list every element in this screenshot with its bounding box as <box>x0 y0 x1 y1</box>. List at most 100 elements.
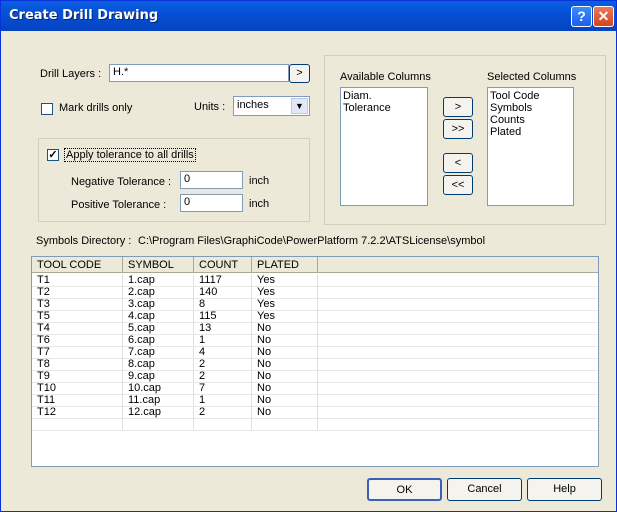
cell-plated <box>252 418 318 430</box>
cell-plated: No <box>252 382 318 394</box>
cell-count: 8 <box>194 298 252 310</box>
mark-drills-checkbox[interactable] <box>41 103 53 115</box>
cell-tool-code: T6 <box>32 334 123 346</box>
table-row[interactable] <box>32 418 598 430</box>
available-columns-list[interactable]: Diam. Tolerance <box>340 87 428 206</box>
positive-tolerance-input[interactable]: 0 <box>180 194 243 212</box>
add-column-button[interactable]: > <box>443 97 473 117</box>
cell-tool-code <box>32 418 123 430</box>
cell-tool-code: T2 <box>32 286 123 298</box>
cell-plated: No <box>252 406 318 418</box>
help-button[interactable]: Help <box>527 478 602 501</box>
cell-plated: Yes <box>252 286 318 298</box>
cell-symbol: 5.cap <box>123 322 194 334</box>
units-value: inches <box>237 99 269 111</box>
table-row[interactable]: T10 10.cap 7 No <box>32 382 598 394</box>
window-title: Create Drill Drawing <box>9 8 159 23</box>
cancel-button[interactable]: Cancel <box>447 478 522 501</box>
cell-plated: Yes <box>252 298 318 310</box>
selected-columns-label: Selected Columns <box>487 71 577 83</box>
cell-count: 1117 <box>194 274 252 286</box>
dialog-window: Create Drill Drawing ? ✕ Drill Layers : … <box>0 0 617 512</box>
list-item[interactable]: Diam. <box>343 90 425 102</box>
column-header-symbol[interactable]: SYMBOL <box>123 257 194 273</box>
cell-tool-code: T7 <box>32 346 123 358</box>
remove-all-columns-button[interactable]: << <box>443 175 473 195</box>
cell-count: 140 <box>194 286 252 298</box>
units-label: Units : <box>194 101 226 113</box>
cell-count: 2 <box>194 406 252 418</box>
cell-plated: No <box>252 322 318 334</box>
list-item[interactable]: Tolerance <box>343 102 425 114</box>
remove-column-button[interactable]: < <box>443 153 473 173</box>
symbols-directory-path: C:\Program Files\GraphiCode\PowerPlatfor… <box>138 235 486 247</box>
cell-count: 2 <box>194 370 252 382</box>
apply-tolerance-checkbox[interactable]: ✓ <box>47 149 59 161</box>
ok-button[interactable]: OK <box>367 478 442 501</box>
negative-tolerance-label: Negative Tolerance : <box>71 176 172 188</box>
table-row[interactable]: T2 2.cap 140 Yes <box>32 286 598 298</box>
cell-tool-code: T8 <box>32 358 123 370</box>
column-header-count[interactable]: COUNT <box>194 257 252 273</box>
cell-count: 4 <box>194 346 252 358</box>
drill-layers-input[interactable]: H.* <box>109 64 289 82</box>
cell-count: 7 <box>194 382 252 394</box>
table-row[interactable]: T4 5.cap 13 No <box>32 322 598 334</box>
cell-symbol: 10.cap <box>123 382 194 394</box>
cell-count <box>194 418 252 430</box>
cell-symbol: 3.cap <box>123 298 194 310</box>
add-all-columns-button[interactable]: >> <box>443 119 473 139</box>
cell-symbol: 12.cap <box>123 406 194 418</box>
table-row[interactable]: T11 11.cap 1 No <box>32 394 598 406</box>
negative-tolerance-input[interactable]: 0 <box>180 171 243 189</box>
list-item[interactable]: Plated <box>490 126 571 138</box>
list-item[interactable]: Tool Code <box>490 90 571 102</box>
help-title-button[interactable]: ? <box>571 6 592 27</box>
negative-tolerance-unit: inch <box>249 175 270 187</box>
table-row[interactable]: T7 7.cap 4 No <box>32 346 598 358</box>
table-row[interactable]: T8 8.cap 2 No <box>32 358 598 370</box>
positive-tolerance-label: Positive Tolerance : <box>71 199 167 211</box>
mark-drills-label: Mark drills only <box>59 102 133 114</box>
close-button[interactable]: ✕ <box>593 6 614 27</box>
title-bar[interactable]: Create Drill Drawing ? ✕ <box>1 1 616 31</box>
cell-symbol: 6.cap <box>123 334 194 346</box>
list-item[interactable]: Symbols <box>490 102 571 114</box>
cell-plated: No <box>252 394 318 406</box>
cell-symbol <box>123 418 194 430</box>
table-row[interactable]: T9 9.cap 2 No <box>32 370 598 382</box>
cell-plated: Yes <box>252 310 318 322</box>
cell-tool-code: T4 <box>32 322 123 334</box>
cell-count: 1 <box>194 334 252 346</box>
table-row[interactable]: T5 4.cap 115 Yes <box>32 310 598 322</box>
symbols-directory-label: Symbols Directory : <box>36 235 132 247</box>
cell-symbol: 4.cap <box>123 310 194 322</box>
table-row[interactable]: T6 6.cap 1 No <box>32 334 598 346</box>
cell-symbol: 8.cap <box>123 358 194 370</box>
selected-columns-list[interactable]: Tool Code Symbols Counts Plated <box>487 87 574 206</box>
drill-layers-browse-button[interactable]: > <box>289 64 310 83</box>
cell-count: 2 <box>194 358 252 370</box>
list-item[interactable]: Counts <box>490 114 571 126</box>
table-row[interactable]: T1 1.cap 1117 Yes <box>32 274 598 286</box>
table-row[interactable]: T3 3.cap 8 Yes <box>32 298 598 310</box>
cell-plated: Yes <box>252 274 318 286</box>
cell-tool-code: T11 <box>32 394 123 406</box>
table-row[interactable]: T12 12.cap 2 No <box>32 406 598 418</box>
chevron-down-icon[interactable]: ▼ <box>291 98 308 114</box>
drill-layers-label: Drill Layers : <box>40 68 102 80</box>
cell-symbol: 11.cap <box>123 394 194 406</box>
cell-plated: No <box>252 334 318 346</box>
column-header-plated[interactable]: PLATED <box>252 257 318 273</box>
cell-symbol: 7.cap <box>123 346 194 358</box>
cell-plated: No <box>252 370 318 382</box>
cell-symbol: 1.cap <box>123 274 194 286</box>
cell-tool-code: T10 <box>32 382 123 394</box>
cell-count: 13 <box>194 322 252 334</box>
cell-count: 1 <box>194 394 252 406</box>
cell-plated: No <box>252 346 318 358</box>
column-header-tool-code[interactable]: TOOL CODE <box>32 257 123 273</box>
drill-table[interactable]: TOOL CODE SYMBOL COUNT PLATED T1 1.cap 111… <box>31 256 599 467</box>
cell-symbol: 2.cap <box>123 286 194 298</box>
cell-tool-code: T3 <box>32 298 123 310</box>
